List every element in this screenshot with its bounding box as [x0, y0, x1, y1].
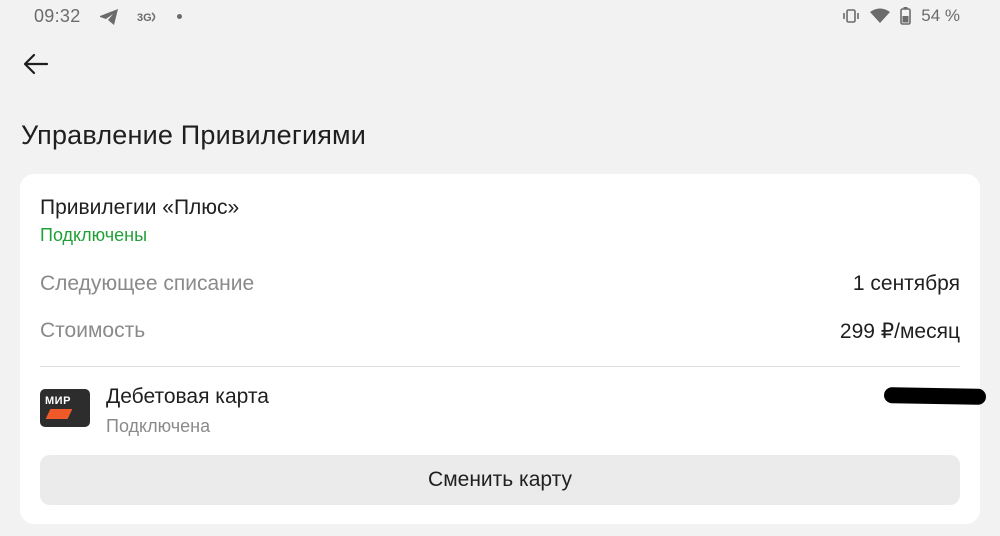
next-charge-label: Следующее списание	[40, 272, 255, 295]
back-button[interactable]	[20, 48, 52, 80]
page-title: Управление Привилегиями	[21, 120, 367, 150]
redacted-card-number	[883, 387, 987, 405]
battery-icon	[900, 7, 912, 25]
next-charge-value: 1 сентября	[852, 272, 960, 295]
plan-name: Привилегии «Плюс»	[40, 196, 240, 219]
telegram-icon	[99, 8, 119, 26]
cost-value: 299 ₽/месяц	[839, 320, 960, 343]
next-charge-row: Следующее списание 1 сентября	[40, 272, 960, 298]
status-bar: 09:32 3G 54 %	[0, 0, 1000, 32]
wifi-icon	[870, 8, 891, 24]
battery-percent: 54 %	[921, 6, 960, 25]
vibrate-icon	[842, 8, 860, 24]
cost-row: Стоимость 299 ₽/месяц	[40, 319, 960, 345]
plan-status: Подключены	[40, 225, 148, 245]
cost-label: Стоимость	[40, 319, 146, 342]
network-3g-icon: 3G	[137, 9, 159, 25]
payment-card-status: Подключена	[106, 416, 211, 436]
dot-icon	[176, 14, 182, 19]
divider	[40, 366, 960, 367]
mir-logo-text: МИР	[45, 395, 71, 407]
payment-card-title: Дебетовая карта	[106, 385, 269, 408]
mir-card-logo: МИР	[40, 389, 90, 427]
arrow-left-icon	[23, 53, 49, 75]
subscription-card: Привилегии «Плюс» Подключены Следующее с…	[20, 174, 987, 524]
svg-text:3G: 3G	[137, 12, 152, 24]
change-card-button[interactable]: Сменить карту	[40, 455, 960, 505]
card-stripe	[45, 409, 73, 419]
status-time: 09:32	[34, 6, 81, 26]
